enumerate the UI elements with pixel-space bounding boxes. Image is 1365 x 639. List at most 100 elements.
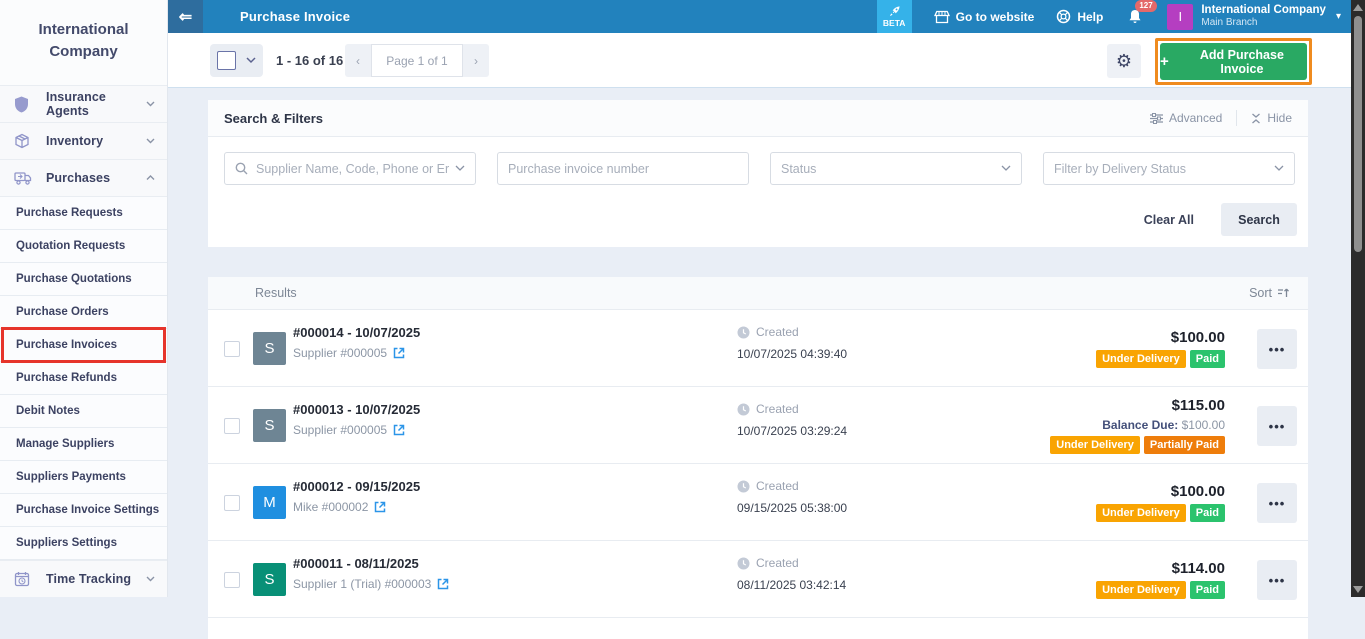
created-label: Created bbox=[737, 325, 799, 339]
vertical-scrollbar[interactable] bbox=[1351, 0, 1365, 597]
sidebar-subitem-purchase-invoice-settings[interactable]: Purchase Invoice Settings bbox=[0, 494, 167, 527]
account-menu[interactable]: I International Company Main Branch ▾ bbox=[1167, 4, 1341, 30]
next-page-button[interactable]: › bbox=[463, 44, 489, 77]
invoice-row: M#000012 - 09/15/2025Mike #000002Created… bbox=[208, 464, 1308, 541]
row-checkbox[interactable] bbox=[224, 495, 240, 511]
sidebar-subitem-purchase-requests[interactable]: Purchase Requests bbox=[0, 197, 167, 230]
account-branch: Main Branch bbox=[1201, 17, 1326, 29]
row-actions-menu-button[interactable]: ••• bbox=[1257, 329, 1297, 369]
invoice-title[interactable]: #000011 - 08/11/2025 bbox=[293, 556, 419, 571]
external-link-button[interactable] bbox=[393, 424, 405, 436]
row-checkbox[interactable] bbox=[224, 418, 240, 434]
plus-icon: + bbox=[1160, 53, 1169, 70]
pagination: ‹ Page 1 of 1 › bbox=[345, 44, 489, 77]
sidebar-item-purchases[interactable]: Purchases bbox=[0, 159, 167, 196]
sidebar-subitem-label: Purchase Refunds bbox=[16, 372, 117, 384]
results-list: S#000014 - 10/07/2025Supplier #000005Cre… bbox=[208, 310, 1308, 618]
collapse-icon bbox=[1251, 113, 1261, 124]
balance-due-value: $100.00 bbox=[1178, 418, 1225, 432]
beta-button[interactable]: BETA bbox=[877, 0, 912, 33]
sidebar-item-time-tracking[interactable]: Time Tracking bbox=[0, 560, 167, 597]
external-link-button[interactable] bbox=[437, 578, 449, 590]
contact-line: Supplier 1 (Trial) #000003 bbox=[293, 577, 449, 591]
status-badges: Under DeliveryPartially Paid bbox=[1050, 436, 1225, 454]
sort-button[interactable]: Sort bbox=[1249, 286, 1290, 300]
scroll-up-arrow[interactable] bbox=[1353, 4, 1363, 11]
row-actions-menu-button[interactable]: ••• bbox=[1257, 483, 1297, 523]
sidebar-subitem-purchase-refunds[interactable]: Purchase Refunds bbox=[0, 362, 167, 395]
sidebar-item-insurance-agents[interactable]: Insurance Agents bbox=[0, 85, 167, 122]
invoice-title[interactable]: #000013 - 10/07/2025 bbox=[293, 402, 420, 417]
status-badge-paid: Paid bbox=[1190, 504, 1225, 522]
contact-name[interactable]: Supplier #000005 bbox=[293, 423, 387, 437]
amount-status-block: $100.00Under DeliveryPaid bbox=[1096, 464, 1225, 540]
select-all-checkbox[interactable] bbox=[217, 51, 236, 70]
main-content: 1 - 16 of 16 ‹ Page 1 of 1 › ⚙ + Add Pur… bbox=[168, 33, 1351, 597]
status-badge-under-delivery: Under Delivery bbox=[1050, 436, 1140, 454]
status-badge-under-delivery: Under Delivery bbox=[1096, 350, 1186, 368]
results-card: Results Sort S#000014 - 10/07/2025Suppli… bbox=[208, 277, 1308, 639]
status-select[interactable]: Status bbox=[770, 152, 1022, 185]
external-link-button[interactable] bbox=[374, 501, 386, 513]
row-checkbox[interactable] bbox=[224, 572, 240, 588]
contact-name[interactable]: Supplier 1 (Trial) #000003 bbox=[293, 577, 431, 591]
select-all-dropdown[interactable] bbox=[210, 44, 263, 77]
sidebar-subitem-suppliers-settings[interactable]: Suppliers Settings bbox=[0, 527, 167, 560]
invoice-title[interactable]: #000012 - 09/15/2025 bbox=[293, 479, 420, 494]
status-badge-partially-paid: Partially Paid bbox=[1144, 436, 1225, 454]
created-label: Created bbox=[737, 556, 799, 570]
external-link-button[interactable] bbox=[393, 347, 405, 359]
contact-name[interactable]: Supplier #000005 bbox=[293, 346, 387, 360]
delivery-status-select[interactable]: Filter by Delivery Status bbox=[1043, 152, 1295, 185]
sidebar-item-inventory[interactable]: Inventory bbox=[0, 122, 167, 159]
hide-filters-link[interactable]: Hide bbox=[1251, 111, 1292, 125]
sidebar-subitem-purchase-quotations[interactable]: Purchase Quotations bbox=[0, 263, 167, 296]
sidebar-subitem-manage-suppliers[interactable]: Manage Suppliers bbox=[0, 428, 167, 461]
sidebar-subitem-suppliers-payments[interactable]: Suppliers Payments bbox=[0, 461, 167, 494]
contact-name[interactable]: Mike #000002 bbox=[293, 500, 368, 514]
status-badge-paid: Paid bbox=[1190, 581, 1225, 599]
scroll-down-arrow[interactable] bbox=[1353, 586, 1363, 593]
settings-gear-button[interactable]: ⚙ bbox=[1107, 44, 1141, 78]
add-purchase-invoice-button[interactable]: + Add Purchase Invoice bbox=[1160, 43, 1307, 80]
clear-all-link[interactable]: Clear All bbox=[1144, 213, 1194, 227]
collapse-sidebar-button[interactable]: ⇐ bbox=[168, 0, 203, 33]
sidebar-subitem-purchase-orders[interactable]: Purchase Orders bbox=[0, 296, 167, 329]
purchases-submenu: Purchase Requests Quotation Requests Purch… bbox=[0, 196, 167, 560]
sidebar-subitem-label: Suppliers Payments bbox=[16, 471, 126, 483]
chevron-down-icon bbox=[146, 101, 155, 107]
sidebar-subitem-quotation-requests[interactable]: Quotation Requests bbox=[0, 230, 167, 263]
chevron-down-icon bbox=[1274, 165, 1284, 172]
search-icon bbox=[235, 162, 248, 175]
prev-page-button[interactable]: ‹ bbox=[345, 44, 371, 77]
account-name: International Company bbox=[1201, 4, 1326, 18]
sidebar-subitem-label: Quotation Requests bbox=[16, 240, 125, 252]
supplier-search-select[interactable]: Supplier Name, Code, Phone or Er bbox=[224, 152, 476, 185]
chevron-down-icon bbox=[246, 57, 256, 64]
chevron-down-icon bbox=[1001, 165, 1011, 172]
advanced-filters-link[interactable]: Advanced bbox=[1150, 111, 1222, 125]
sidebar-subitem-purchase-invoices[interactable]: Purchase Invoices bbox=[0, 329, 167, 362]
contact-line: Supplier #000005 bbox=[293, 346, 405, 360]
sidebar-subitem-label: Purchase Invoices bbox=[16, 339, 117, 351]
invoice-amount: $114.00 bbox=[1172, 560, 1225, 577]
go-to-website-link[interactable]: Go to website bbox=[934, 10, 1035, 24]
invoice-number-input[interactable]: Purchase invoice number bbox=[497, 152, 749, 185]
clock-icon bbox=[737, 480, 750, 493]
help-link[interactable]: Help bbox=[1056, 9, 1103, 24]
sliders-icon bbox=[1150, 113, 1163, 124]
search-button[interactable]: Search bbox=[1221, 203, 1297, 236]
search-filters-card: Search & Filters Advanced Hide Supplier … bbox=[208, 100, 1308, 247]
row-actions-menu-button[interactable]: ••• bbox=[1257, 406, 1297, 446]
invoice-title[interactable]: #000014 - 10/07/2025 bbox=[293, 325, 420, 340]
invoice-amount: $100.00 bbox=[1171, 329, 1225, 346]
scrollbar-thumb[interactable] bbox=[1354, 16, 1362, 252]
truck-icon bbox=[14, 170, 36, 186]
sidebar: International Company Insurance Agents I… bbox=[0, 0, 168, 597]
notifications-button[interactable]: 127 bbox=[1127, 8, 1143, 25]
sidebar-subitem-debit-notes[interactable]: Debit Notes bbox=[0, 395, 167, 428]
search-filters-title: Search & Filters bbox=[224, 111, 323, 126]
row-checkbox[interactable] bbox=[224, 341, 240, 357]
chevron-down-icon bbox=[146, 138, 155, 144]
row-actions-menu-button[interactable]: ••• bbox=[1257, 560, 1297, 600]
